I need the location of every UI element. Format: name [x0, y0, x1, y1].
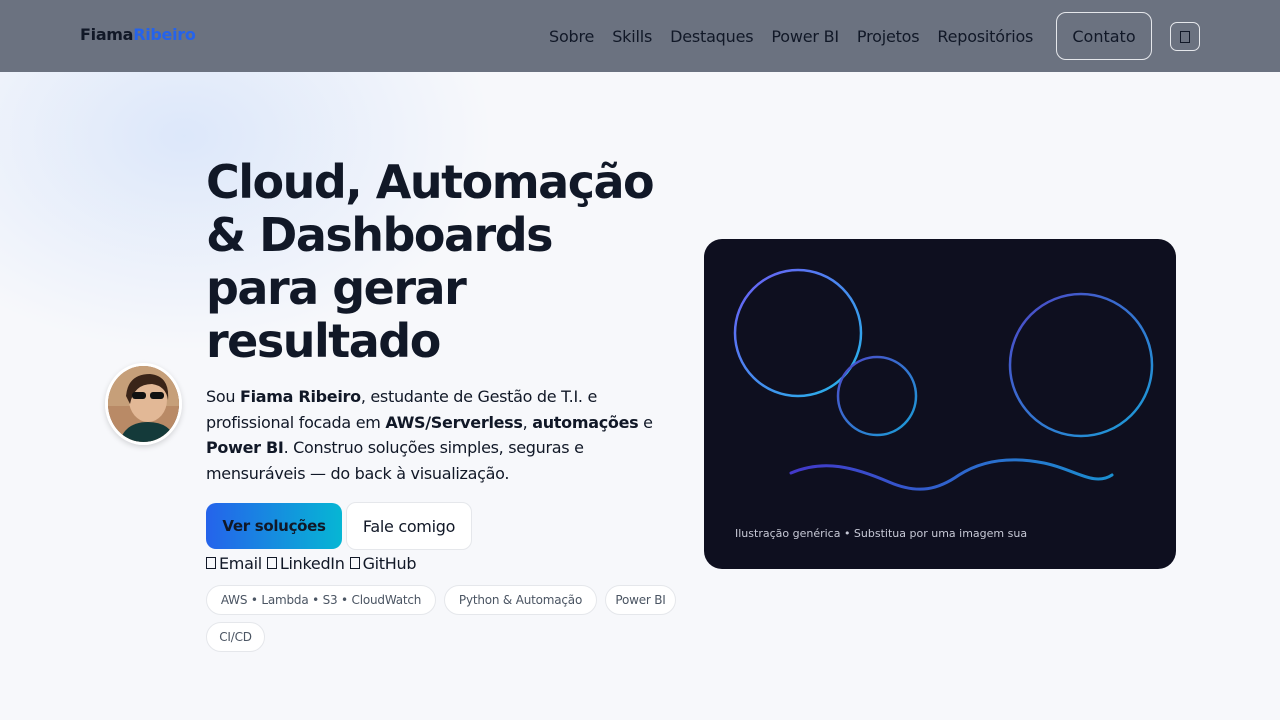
main-nav: Sobre Skills Destaques Power BI Projetos… [549, 0, 1051, 72]
brand-logo[interactable]: FiamaRibeiro [80, 25, 196, 44]
avatar-photo [108, 366, 179, 442]
hero-title-line: resultado [206, 314, 441, 368]
nav-link-repositorios[interactable]: Repositórios [937, 27, 1033, 46]
nav-link-skills[interactable]: Skills [612, 27, 652, 46]
brand-first-name: Fiama [80, 25, 134, 44]
illustration-caption: Ilustração genérica • Substitua por uma … [735, 527, 1028, 540]
hero-title-line: para gerar [206, 261, 467, 315]
intro-text: , [522, 412, 533, 432]
intro-text: Sou [206, 387, 240, 406]
top-navbar: FiamaRibeiro Sobre Skills Destaques Powe… [0, 0, 1280, 72]
skill-chip: AWS • Lambda • S3 • CloudWatch [206, 585, 436, 615]
brand-last-name: Ribeiro [133, 25, 196, 44]
intro-name: Fiama Ribeiro [239, 387, 361, 406]
theme-toggle-button[interactable] [1170, 22, 1200, 51]
linkedin-icon [266, 557, 277, 569]
linkedin-link-label: LinkedIn [279, 553, 345, 573]
contact-button[interactable]: Contato [1056, 12, 1152, 60]
skill-chip: Power BI [605, 585, 676, 615]
decor-circle-small [836, 355, 918, 437]
nav-link-sobre[interactable]: Sobre [549, 27, 594, 46]
email-link-label: Email [219, 553, 262, 573]
decor-circle-right [1008, 292, 1154, 438]
github-link-label: GitHub [362, 553, 417, 573]
profile-avatar [105, 363, 182, 445]
theme-toggle-icon [1180, 30, 1190, 43]
abstract-illustration [733, 268, 1154, 491]
hero-title-line: Cloud, Automação [206, 155, 655, 209]
nav-link-power-bi[interactable]: Power BI [771, 27, 839, 46]
email-icon [206, 557, 216, 569]
view-solutions-button[interactable]: Ver soluções [206, 503, 342, 549]
nav-link-projetos[interactable]: Projetos [857, 27, 920, 46]
illustration-card: Ilustração genérica • Substitua por uma … [704, 239, 1176, 569]
intro-highlight: automações [532, 412, 639, 432]
github-link[interactable]: GitHub [349, 553, 417, 573]
linkedin-link[interactable]: LinkedIn [266, 553, 345, 573]
intro-text: e [638, 412, 653, 432]
social-links: Email LinkedIn GitHub [206, 552, 421, 574]
skill-chip: Python & Automação [444, 585, 597, 615]
intro-highlight: Power BI [206, 438, 284, 457]
intro-highlight: AWS/Serverless [385, 412, 523, 432]
talk-to-me-button[interactable]: Fale comigo [346, 502, 472, 550]
hero-title: Cloud, Automação & Dashboards para gerar… [206, 156, 696, 368]
nav-link-destaques[interactable]: Destaques [670, 27, 753, 46]
skill-chip: CI/CD [206, 622, 265, 652]
decor-wave [789, 458, 1114, 491]
hero-title-line: & Dashboards [206, 208, 554, 262]
hero-description: Sou Fiama Ribeiro, estudante de Gestão d… [206, 384, 686, 486]
github-icon [349, 557, 360, 569]
email-link[interactable]: Email [206, 554, 262, 573]
